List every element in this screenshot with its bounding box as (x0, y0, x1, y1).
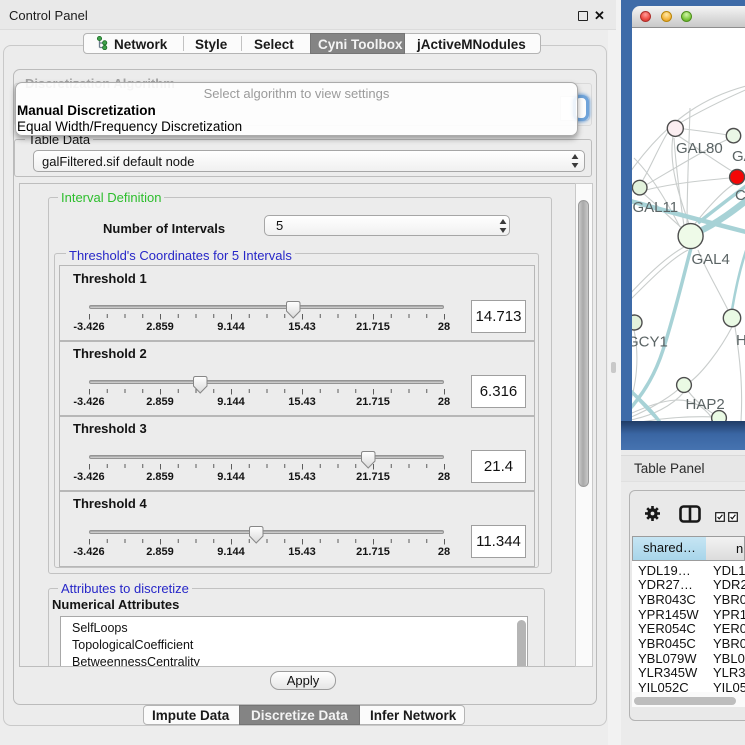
svg-text:C: C (735, 187, 745, 204)
svg-text:GAL: GAL (732, 148, 745, 165)
svg-text:HAP2: HAP2 (686, 396, 725, 413)
svg-text:GAL80: GAL80 (676, 140, 723, 157)
svg-text:GAL4: GAL4 (692, 251, 730, 268)
svg-text:HIS: HIS (736, 332, 745, 349)
svg-text:GAL11: GAL11 (633, 199, 679, 216)
svg-text:GCY1: GCY1 (632, 334, 668, 351)
